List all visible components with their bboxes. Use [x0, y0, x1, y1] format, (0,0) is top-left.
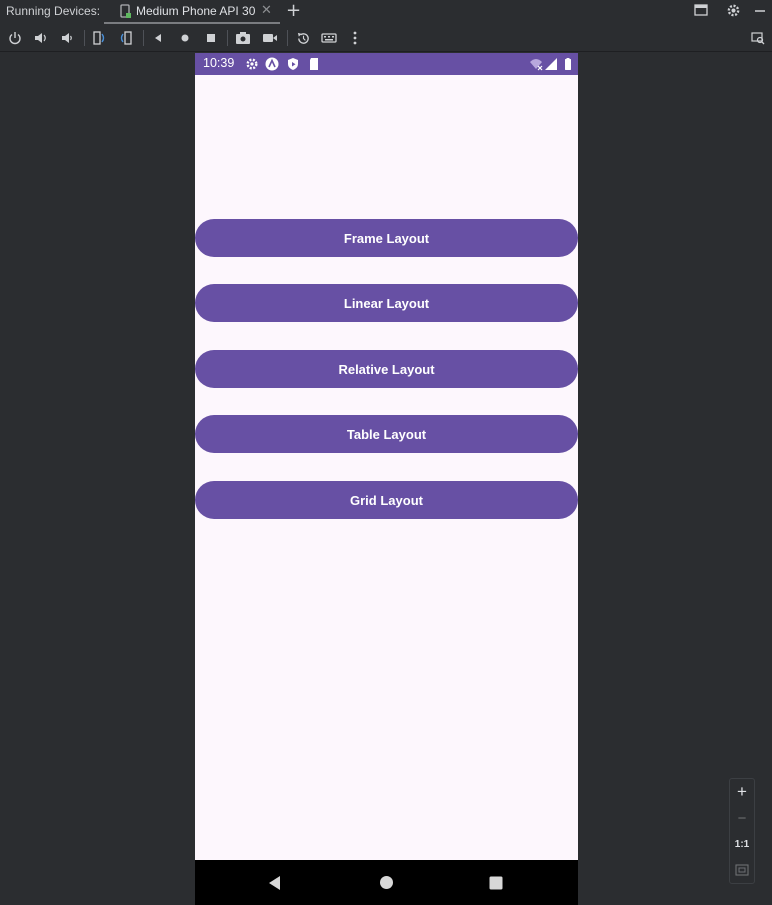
linear-layout-button[interactable]: Linear Layout: [195, 284, 578, 322]
add-device-icon[interactable]: +: [286, 0, 301, 21]
keyboard-icon[interactable]: [320, 29, 338, 47]
zoom-controls: + − 1:1: [729, 778, 755, 884]
tab-medium-phone[interactable]: Medium Phone API 30 ✕: [104, 0, 280, 24]
sd-card-icon: [310, 58, 318, 70]
device-icon: [120, 4, 131, 18]
zoom-in-button[interactable]: +: [730, 780, 754, 804]
window-icon[interactable]: [694, 3, 708, 17]
frame-layout-button[interactable]: Frame Layout: [195, 219, 578, 257]
toolbar-separator: [287, 30, 288, 46]
settings-icon: [246, 58, 258, 70]
grid-layout-button[interactable]: Grid Layout: [195, 481, 578, 519]
play-protect-icon: [288, 58, 298, 70]
device-toolbar: [0, 24, 772, 52]
reset-icon[interactable]: [294, 29, 312, 47]
screenshot-icon[interactable]: [234, 29, 252, 47]
more-icon[interactable]: [346, 29, 364, 47]
accessibility-icon: [265, 57, 279, 71]
status-time: 10:39: [203, 56, 235, 70]
nav-back-icon[interactable]: [267, 875, 283, 891]
navigation-bar: [195, 860, 578, 905]
nav-home-icon[interactable]: [379, 875, 394, 890]
close-tab-icon[interactable]: ✕: [261, 3, 272, 18]
screen-record-icon[interactable]: [261, 29, 279, 47]
overview-icon[interactable]: [202, 29, 220, 47]
volume-up-icon[interactable]: [32, 29, 50, 47]
toolbar-separator: [143, 30, 144, 46]
zoom-fit-icon[interactable]: [730, 858, 754, 882]
table-layout-button[interactable]: Table Layout: [195, 415, 578, 453]
toolbar-separator: [227, 30, 228, 46]
zoom-actual-size-button[interactable]: 1:1: [730, 832, 754, 856]
home-icon[interactable]: [176, 29, 194, 47]
zoom-out-button[interactable]: −: [730, 806, 754, 830]
running-devices-label: Running Devices:: [6, 4, 101, 18]
power-icon[interactable]: [6, 29, 24, 47]
minimize-icon[interactable]: [753, 3, 767, 17]
nav-overview-icon[interactable]: [489, 876, 503, 890]
status-bar: 10:39: [195, 53, 578, 75]
tab-label: Medium Phone API 30: [136, 4, 256, 18]
rotate-left-icon[interactable]: [90, 29, 108, 47]
relative-layout-button[interactable]: Relative Layout: [195, 350, 578, 388]
back-icon[interactable]: [149, 29, 167, 47]
cellular-icon: [545, 58, 557, 70]
running-devices-tabbar: Running Devices: Medium Phone API 30 ✕ +: [0, 0, 772, 24]
volume-down-icon[interactable]: [58, 29, 76, 47]
gear-icon[interactable]: [726, 3, 741, 18]
wifi-icon: [530, 59, 543, 71]
layout-inspector-icon[interactable]: [749, 29, 767, 47]
phone-screen: 10:39 Frame Layout Linear Layout Relativ…: [195, 53, 578, 905]
rotate-right-icon[interactable]: [117, 29, 135, 47]
toolbar-separator: [84, 30, 85, 46]
battery-icon: [565, 58, 571, 70]
